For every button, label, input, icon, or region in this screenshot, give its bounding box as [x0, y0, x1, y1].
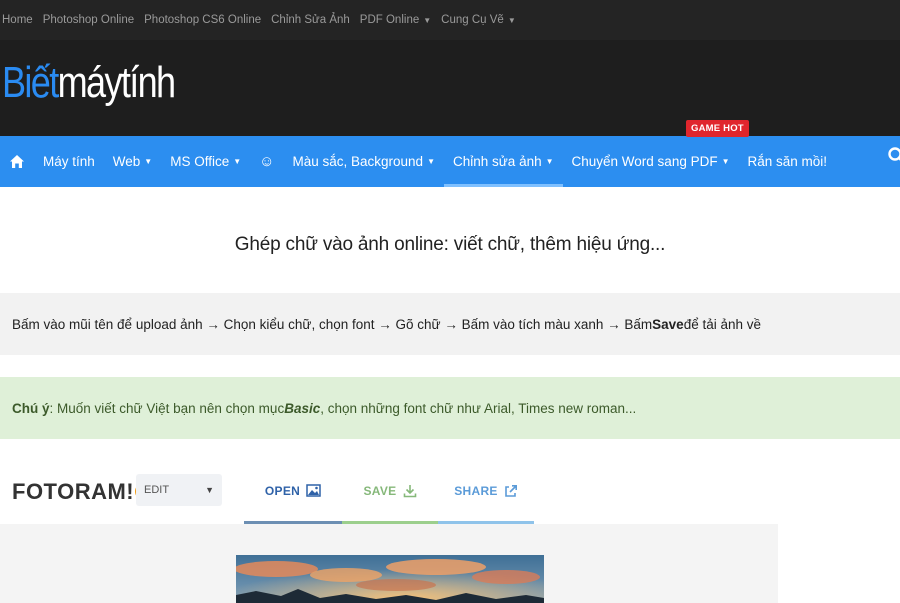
- chevron-down-icon: ▼: [427, 157, 435, 166]
- fotoramio-logo-text: FOTORAM!: [12, 479, 135, 504]
- search-icon: [888, 147, 900, 161]
- nav-item-label: Máy tính: [43, 154, 95, 169]
- note-basic-emphasis: Basic: [284, 400, 321, 416]
- chevron-down-icon: ▼: [721, 157, 730, 166]
- mode-select-value: EDIT: [144, 484, 170, 496]
- note-label: Chú ý: [12, 400, 50, 416]
- mode-select[interactable]: EDIT ▼: [136, 474, 222, 506]
- chevron-down-icon: ▼: [205, 485, 214, 495]
- instructions-save-word: Save: [652, 316, 684, 332]
- share-tab-label: SHARE: [454, 483, 498, 498]
- nav-item-label: Chuyển Word sang PDF: [571, 154, 718, 169]
- instructions-text: Bấm vào mũi tên để upload ảnh → Chọn kiể…: [12, 316, 653, 332]
- top-link-home[interactable]: Home: [2, 14, 33, 26]
- nav-item-may-tinh[interactable]: Máy tính: [34, 136, 104, 187]
- image-icon: [306, 484, 321, 497]
- nav-item-label: Rắn săn mồi!: [747, 154, 828, 169]
- site-logo[interactable]: Biếtmáytính: [2, 58, 176, 108]
- nav-item-chinh-sua-anh[interactable]: Chỉnh sửa ảnh ▼: [444, 136, 563, 187]
- nav-item-ms-office[interactable]: MS Office ▼: [161, 136, 250, 187]
- photo-preview[interactable]: [236, 555, 544, 603]
- top-link-pdf-online[interactable]: PDF Online ▼: [360, 14, 431, 26]
- smiley-icon: ☺: [259, 153, 275, 170]
- photo-preview-image: [236, 555, 544, 603]
- nav-item-mau-sac[interactable]: Màu sắc, Background ▼: [284, 136, 445, 187]
- logo-part-2: máytính: [57, 58, 176, 107]
- home-icon: [10, 155, 24, 168]
- nav-search-button[interactable]: [886, 146, 900, 169]
- note-text: : Muốn viết chữ Việt bạn nên chọn mục: [49, 400, 285, 416]
- instructions-box: Bấm vào mũi tên để upload ảnh → Chọn kiể…: [0, 293, 900, 355]
- chevron-down-icon: ▼: [545, 157, 554, 166]
- top-link-pdf-online-label: PDF Online: [359, 14, 420, 26]
- top-link-photoshop-online[interactable]: Photoshop Online: [43, 14, 134, 26]
- save-tab-label: SAVE: [363, 483, 397, 498]
- logo-part-1: Biết: [2, 58, 59, 107]
- save-tab[interactable]: SAVE: [342, 460, 438, 524]
- download-icon: [403, 484, 416, 497]
- page-title-box: Ghép chữ vào ảnh online: viết chữ, thêm …: [0, 206, 900, 284]
- nav-item-label: Màu sắc, Background: [292, 154, 424, 169]
- chevron-down-icon: ▼: [233, 157, 242, 166]
- nav-item-web[interactable]: Web ▼: [104, 136, 161, 187]
- instructions-text-end: để tải ảnh về: [683, 316, 761, 332]
- nav-item-label: MS Office: [170, 154, 230, 169]
- note-text-end: , chọn những font chữ như Arial, Times n…: [320, 400, 637, 416]
- share-tab[interactable]: SHARE: [438, 460, 534, 524]
- chevron-down-icon: ▼: [507, 15, 516, 25]
- nav-item-word-to-pdf[interactable]: Chuyển Word sang PDF ▼: [563, 136, 739, 187]
- nav-item-smiley[interactable]: ☺: [250, 136, 283, 187]
- nav-item-label: Chỉnh sửa ảnh: [453, 154, 542, 169]
- open-tab-label: OPEN: [264, 483, 301, 498]
- site-header: Biếtmáytính: [0, 40, 900, 136]
- nav-item-ran-san-moi[interactable]: Rắn săn mồi!: [739, 136, 837, 187]
- main-nav: Máy tính Web ▼ MS Office ▼ ☺ Màu sắc, Back…: [0, 136, 900, 187]
- note-box: Chú ý: Muốn viết chữ Việt bạn nên chọn m…: [0, 377, 900, 439]
- top-links-bar: Home Photoshop Online Photoshop CS6 Onli…: [0, 0, 900, 40]
- right-blank-area: [778, 460, 900, 603]
- nav-item-label: Web: [112, 154, 141, 169]
- chevron-down-icon: ▼: [144, 157, 153, 166]
- open-tab[interactable]: OPEN: [244, 460, 342, 524]
- top-link-cung-cu-ve[interactable]: Cung Cụ Vẽ ▼: [441, 14, 516, 26]
- top-link-cung-cu-ve-label: Cung Cụ Vẽ: [441, 14, 504, 26]
- nav-home[interactable]: [0, 136, 34, 187]
- page-title: Ghép chữ vào ảnh online: viết chữ, thêm …: [234, 234, 666, 255]
- game-hot-badge: GAME HOT: [686, 120, 749, 137]
- share-icon: [504, 484, 517, 497]
- chevron-down-icon: ▼: [423, 15, 432, 25]
- top-link-photoshop-cs6-online[interactable]: Photoshop CS6 Online: [144, 14, 261, 26]
- top-link-chinh-sua-anh[interactable]: Chỉnh Sửa Ảnh: [271, 14, 350, 26]
- fotoramio-logo: FOTORAM!: [12, 479, 153, 505]
